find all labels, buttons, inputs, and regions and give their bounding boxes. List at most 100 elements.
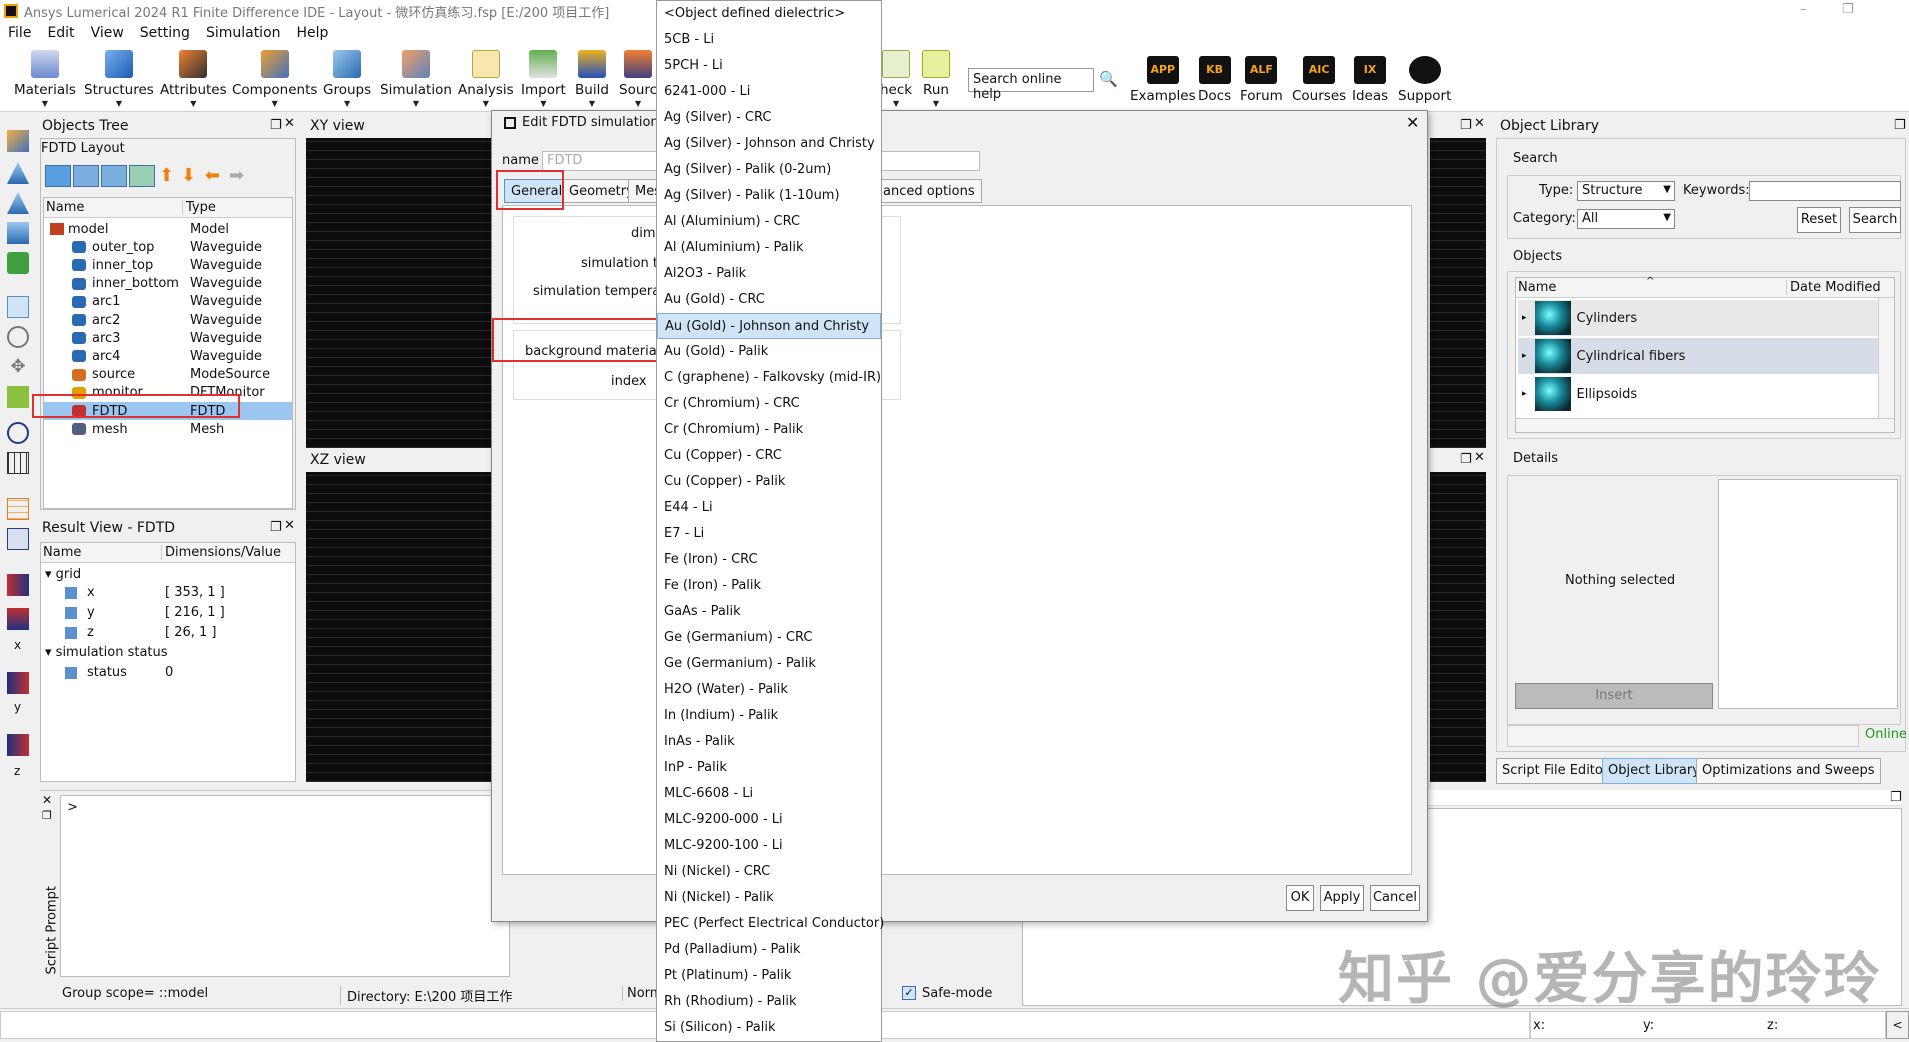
- tree-row-arc4[interactable]: arc4 Waveguide: [44, 347, 292, 365]
- material-option[interactable]: Ag (Silver) - Johnson and Christy: [657, 131, 881, 157]
- menu-help[interactable]: Help: [297, 25, 329, 41]
- grid-group[interactable]: ▾ grid: [45, 567, 81, 582]
- material-option[interactable]: 6241-000 - Li: [657, 79, 881, 105]
- select-icon[interactable]: [7, 296, 29, 318]
- table-icon[interactable]: [7, 528, 29, 550]
- insert-button[interactable]: Insert: [1515, 683, 1713, 709]
- tree-tool-3[interactable]: [101, 165, 127, 187]
- materials-button[interactable]: Materials ▼: [14, 50, 76, 108]
- examples-button[interactable]: APP Examples: [1130, 56, 1196, 104]
- view-y-icon[interactable]: [7, 672, 29, 694]
- tab-object-library[interactable]: Object Library: [1602, 758, 1706, 784]
- menu-setting[interactable]: Setting: [140, 25, 190, 41]
- move-down-icon[interactable]: ⬇: [181, 165, 196, 186]
- tree-row-source[interactable]: source ModeSource: [44, 366, 292, 384]
- category-select[interactable]: All: [1577, 209, 1675, 229]
- support-button[interactable]: Support: [1398, 56, 1451, 104]
- material-option[interactable]: MLC-9200-100 - Li: [657, 833, 881, 859]
- tree-col-name[interactable]: Name: [46, 200, 84, 215]
- material-option[interactable]: Cu (Copper) - CRC: [657, 443, 881, 469]
- tree-row-inner_bottom[interactable]: inner_bottom Waveguide: [44, 275, 292, 293]
- material-option[interactable]: In (Indium) - Palik: [657, 703, 881, 729]
- structures-button[interactable]: Structures ▼: [84, 50, 154, 108]
- cancel-button[interactable]: Cancel: [1370, 885, 1420, 911]
- material-option[interactable]: Al (Aluminium) - Palik: [657, 235, 881, 261]
- material-option[interactable]: InP - Palik: [657, 755, 881, 781]
- scroll-left-icon[interactable]: <: [1886, 1011, 1909, 1039]
- components-button[interactable]: Components ▼: [232, 50, 317, 108]
- material-option[interactable]: Fe (Iron) - Palik: [657, 573, 881, 599]
- check-button[interactable]: heck ▼: [880, 50, 912, 108]
- float-icon[interactable]: ❐: [1460, 118, 1472, 133]
- float-icon[interactable]: ❐: [1894, 118, 1906, 133]
- build-button[interactable]: Build ▼: [575, 50, 609, 108]
- grid-icon[interactable]: [7, 452, 29, 474]
- menu-edit[interactable]: Edit: [47, 25, 74, 41]
- source-button[interactable]: Sourc ▼: [619, 50, 657, 108]
- close-icon[interactable]: ✕: [284, 518, 295, 533]
- forum-button[interactable]: ALF Forum: [1240, 56, 1283, 104]
- magnify-icon[interactable]: [7, 422, 29, 444]
- float-icon[interactable]: ❐: [42, 809, 52, 822]
- tree-row-arc2[interactable]: arc2 Waveguide: [44, 311, 292, 329]
- edit-icon[interactable]: [7, 130, 29, 152]
- tree-col-type[interactable]: Type: [182, 200, 216, 215]
- tree-tool-4[interactable]: [129, 165, 155, 187]
- tree-row-outer_top[interactable]: outer_top Waveguide: [44, 238, 292, 256]
- material-option[interactable]: Cu (Copper) - Palik: [657, 469, 881, 495]
- delete-icon[interactable]: [7, 252, 29, 274]
- material-option[interactable]: Ag (Silver) - CRC: [657, 105, 881, 131]
- menu-simulation[interactable]: Simulation: [206, 25, 281, 41]
- result-col-value[interactable]: Dimensions/Value: [161, 545, 281, 560]
- material-option[interactable]: PEC (Perfect Electrical Conductor): [657, 911, 884, 937]
- ideas-button[interactable]: IX Ideas: [1352, 56, 1388, 104]
- tab-advanced-options[interactable]: anced options: [876, 179, 982, 203]
- minimize-button[interactable]: –: [1800, 2, 1807, 17]
- move-up-icon[interactable]: ⬆: [159, 165, 174, 186]
- type-select[interactable]: Structure: [1577, 181, 1675, 201]
- run-button[interactable]: Run ▼: [922, 50, 950, 108]
- horizontal-scrollbar[interactable]: [1516, 418, 1894, 432]
- analysis-button[interactable]: Analysis ▼: [458, 50, 514, 108]
- material-option[interactable]: E7 - Li: [657, 521, 881, 547]
- status-group[interactable]: ▾ simulation status: [45, 645, 168, 660]
- material-option[interactable]: Au (Gold) - Johnson and Christy: [657, 313, 881, 339]
- expand-icon[interactable]: ▸: [1522, 351, 1527, 361]
- tab-optimizations[interactable]: Optimizations and Sweeps: [1696, 758, 1881, 784]
- material-option[interactable]: 5CB - Li: [657, 27, 881, 53]
- material-option[interactable]: Pd (Palladium) - Palik: [657, 937, 881, 963]
- close-icon[interactable]: ✕: [1474, 450, 1485, 465]
- mountain-icon[interactable]: [7, 192, 29, 214]
- view-slice-icon[interactable]: [7, 608, 29, 630]
- reset-button[interactable]: Reset: [1797, 207, 1841, 233]
- expand-icon[interactable]: ▸: [1522, 313, 1527, 323]
- tree-row-arc3[interactable]: arc3 Waveguide: [44, 329, 292, 347]
- close-icon[interactable]: ✕: [42, 793, 52, 807]
- float-icon[interactable]: ❐: [1890, 790, 1902, 805]
- courses-button[interactable]: AIC Courses: [1292, 56, 1346, 104]
- float-icon[interactable]: ❐: [270, 118, 282, 133]
- docs-button[interactable]: KB Docs: [1198, 56, 1231, 104]
- menu-view[interactable]: View: [91, 25, 124, 41]
- material-option[interactable]: Pt (Platinum) - Palik: [657, 963, 881, 989]
- material-option[interactable]: Ge (Germanium) - CRC: [657, 625, 881, 651]
- result-col-name[interactable]: Name: [43, 545, 81, 560]
- material-option[interactable]: E44 - Li: [657, 495, 881, 521]
- simulation-button[interactable]: Simulation ▼: [380, 50, 452, 108]
- material-option[interactable]: Si (Silicon) - Palik: [657, 1015, 881, 1041]
- material-option[interactable]: Au (Gold) - Palik: [657, 339, 881, 365]
- material-option[interactable]: MLC-9200-000 - Li: [657, 807, 881, 833]
- tree-row-arc1[interactable]: arc1 Waveguide: [44, 293, 292, 311]
- material-option[interactable]: GaAs - Palik: [657, 599, 881, 625]
- search-icon[interactable]: 🔍: [1099, 70, 1118, 88]
- xz-view-canvas[interactable]: [306, 472, 491, 782]
- material-option[interactable]: Ni (Nickel) - CRC: [657, 859, 881, 885]
- material-option[interactable]: Cr (Chromium) - CRC: [657, 391, 881, 417]
- material-option[interactable]: Ag (Silver) - Palik (0-2um): [657, 157, 881, 183]
- name-input[interactable]: FDTD: [542, 151, 662, 171]
- library-item[interactable]: ▸ Cylinders: [1518, 300, 1884, 336]
- material-option[interactable]: Ni (Nickel) - Palik: [657, 885, 881, 911]
- material-option[interactable]: H2O (Water) - Palik: [657, 677, 881, 703]
- material-option[interactable]: Cr (Chromium) - Palik: [657, 417, 881, 443]
- script-input[interactable]: >: [60, 795, 510, 977]
